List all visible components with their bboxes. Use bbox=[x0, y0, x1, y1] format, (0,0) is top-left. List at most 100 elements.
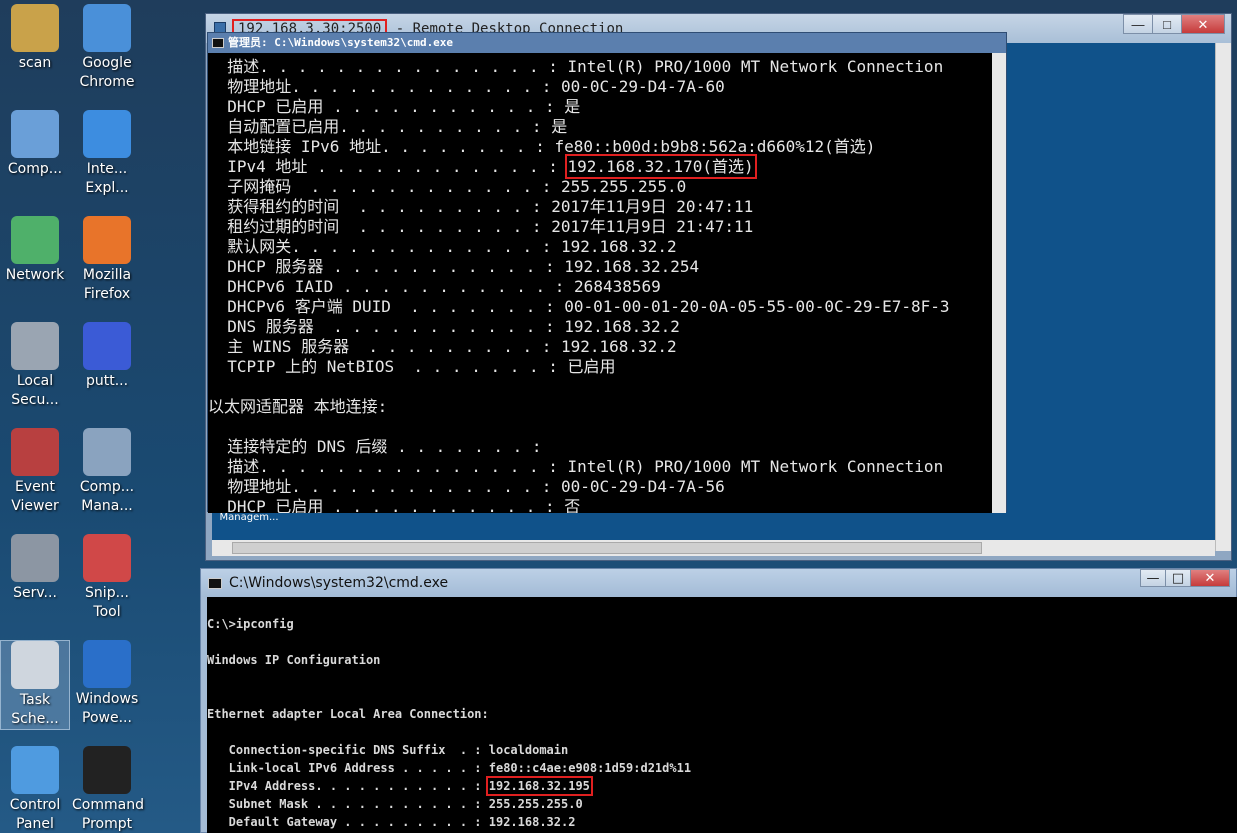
desktop-shortcut-label: Serv... bbox=[13, 585, 57, 601]
services-icon bbox=[11, 534, 59, 582]
chrome-icon bbox=[83, 4, 131, 52]
desktop-shortcut[interactable]: Comp... Mana... bbox=[72, 428, 142, 516]
local-cmd-title-bar[interactable]: C:\Windows\system32\cmd.exe — □ ✕ bbox=[201, 569, 1236, 597]
desktop-shortcut[interactable]: Comp... bbox=[0, 110, 70, 179]
desktop-shortcut-label: Task Sche... bbox=[11, 692, 59, 727]
rdp-horizontal-scrollbar[interactable] bbox=[212, 540, 1215, 556]
console-line: DNS 服务器 . . . . . . . . . . . : 192.168.… bbox=[208, 317, 680, 336]
desktop-shortcut-label: Inte... Expl... bbox=[85, 161, 129, 196]
scan-icon bbox=[11, 4, 59, 52]
local-cmd-title: C:\Windows\system32\cmd.exe bbox=[229, 575, 449, 591]
desktop-shortcut-label: Windows Powe... bbox=[75, 691, 139, 726]
maximize-button[interactable]: □ bbox=[1152, 14, 1182, 34]
console-line: Windows IP Configuration bbox=[207, 653, 381, 667]
desktop-shortcut-label: Google Chrome bbox=[79, 55, 135, 90]
console-line: 以太网适配器 本地连接: bbox=[208, 397, 388, 416]
desktop-shortcut[interactable]: putt... bbox=[72, 322, 142, 391]
console-line: DHCP 服务器 . . . . . . . . . . . : 192.168… bbox=[208, 257, 700, 276]
desktop-shortcut[interactable]: Control Panel bbox=[0, 746, 70, 833]
desktop-shortcut-label: Comp... Mana... bbox=[79, 479, 135, 514]
rdp-vertical-scrollbar[interactable] bbox=[1215, 43, 1231, 551]
powershell-icon bbox=[83, 640, 131, 688]
minimize-button[interactable]: — bbox=[1140, 569, 1166, 587]
desktop-shortcut[interactable]: Serv... bbox=[0, 534, 70, 603]
remote-cmd-title-bar[interactable]: 管理员: C:\Windows\system32\cmd.exe bbox=[208, 33, 1006, 53]
console-line: Subnet Mask . . . . . . . . . . . : 255.… bbox=[207, 797, 583, 811]
console-line: 自动配置已启用. . . . . . . . . . : 是 bbox=[208, 117, 568, 136]
highlighted-ip-address: 192.168.32.170(首选) bbox=[564, 154, 757, 179]
control-panel-icon bbox=[11, 746, 59, 794]
desktop-shortcut[interactable]: Inte... Expl... bbox=[72, 110, 142, 198]
network-icon bbox=[11, 216, 59, 264]
computer-icon bbox=[11, 110, 59, 158]
desktop-shortcut-label: Network bbox=[5, 267, 65, 283]
close-button[interactable]: ✕ bbox=[1181, 14, 1225, 34]
desktop-shortcut[interactable]: Windows Powe... bbox=[72, 640, 142, 728]
console-line: 连接特定的 DNS 后缀 . . . . . . . : bbox=[208, 437, 542, 456]
desktop-shortcut-label: Event Viewer bbox=[11, 479, 59, 514]
desktop-shortcut-label: Snip... Tool bbox=[85, 585, 129, 620]
remote-cmd-title: 管理员: C:\Windows\system32\cmd.exe bbox=[228, 36, 454, 49]
desktop-shortcut-label: Command Prompt bbox=[72, 797, 144, 832]
desktop-shortcut-label: Mozilla Firefox bbox=[82, 267, 132, 302]
desktop-shortcut[interactable]: scan bbox=[0, 4, 70, 73]
putty-icon bbox=[83, 322, 131, 370]
console-line: DHCPv6 IAID . . . . . . . . . . . : 2684… bbox=[208, 277, 661, 296]
console-line: 默认网关. . . . . . . . . . . . . : 192.168.… bbox=[208, 237, 677, 256]
maximize-button[interactable]: □ bbox=[1165, 569, 1191, 587]
remote-cmd-console[interactable]: 描述. . . . . . . . . . . . . . . : Intel(… bbox=[208, 53, 1002, 513]
local-security-icon bbox=[11, 322, 59, 370]
console-line: 物理地址. . . . . . . . . . . . . : 00-0C-29… bbox=[208, 477, 725, 496]
computer-management-icon bbox=[83, 428, 131, 476]
minimize-button[interactable]: — bbox=[1123, 14, 1153, 34]
console-line: Connection-specific DNS Suffix . : local… bbox=[207, 743, 569, 757]
desktop-shortcut[interactable]: Command Prompt bbox=[72, 746, 144, 833]
console-line: 租约过期的时间 . . . . . . . . . : 2017年11月9日 2… bbox=[208, 217, 754, 236]
desktop-shortcut[interactable]: Task Sche... bbox=[0, 640, 70, 730]
event-viewer-icon bbox=[11, 428, 59, 476]
desktop-shortcut[interactable]: Mozilla Firefox bbox=[72, 216, 142, 304]
desktop-shortcut-label: Control Panel bbox=[9, 797, 61, 832]
cmd-icon bbox=[208, 578, 222, 589]
task-scheduler-icon bbox=[11, 641, 59, 689]
cmd-icon bbox=[212, 38, 224, 48]
console-line: 主 WINS 服务器 . . . . . . . . . : 192.168.3… bbox=[208, 337, 677, 356]
console-line: 描述. . . . . . . . . . . . . . . : Intel(… bbox=[208, 457, 944, 476]
desktop-shortcut[interactable]: Event Viewer bbox=[0, 428, 70, 516]
console-line: DHCPv6 客户端 DUID . . . . . . . : 00-01-00… bbox=[208, 297, 950, 316]
console-line: 本地链接 IPv6 地址. . . . . . . . : fe80::b00d… bbox=[208, 137, 876, 156]
desktop-shortcut[interactable]: Snip... Tool bbox=[72, 534, 142, 622]
console-line: 子网掩码 . . . . . . . . . . . . : 255.255.2… bbox=[208, 177, 687, 196]
console-line: IPv4 地址 . . . . . . . . . . . . : 192.16… bbox=[208, 154, 757, 179]
internet-explorer-icon bbox=[83, 110, 131, 158]
command-prompt-icon bbox=[83, 746, 131, 794]
console-line: IPv4 Address. . . . . . . . . . . : 192.… bbox=[207, 776, 593, 796]
firefox-icon bbox=[83, 216, 131, 264]
console-line: 物理地址. . . . . . . . . . . . . : 00-0C-29… bbox=[208, 77, 725, 96]
desktop-shortcut-label: putt... bbox=[85, 373, 129, 389]
console-line: 获得租约的时间 . . . . . . . . . : 2017年11月9日 2… bbox=[208, 197, 754, 216]
desktop-shortcut-label: Comp... bbox=[7, 161, 63, 177]
console-line: Default Gateway . . . . . . . . . : 192.… bbox=[207, 815, 576, 829]
local-cmd-window[interactable]: C:\Windows\system32\cmd.exe — □ ✕ C:\>ip… bbox=[200, 568, 1237, 833]
desktop-shortcut[interactable]: Google Chrome bbox=[72, 4, 142, 92]
snipping-tool-icon bbox=[83, 534, 131, 582]
close-button[interactable]: ✕ bbox=[1190, 569, 1230, 587]
scrollbar-thumb[interactable] bbox=[232, 542, 982, 554]
console-line: TCPIP 上的 NetBIOS . . . . . . . : 已启用 bbox=[208, 357, 616, 376]
desktop-shortcut-label: scan bbox=[18, 55, 52, 71]
local-cmd-console[interactable]: C:\>ipconfig Windows IP Configuration Ethe… bbox=[207, 597, 1237, 833]
console-line: Link-local IPv6 Address . . . . . : fe80… bbox=[207, 761, 692, 775]
desktop-shortcut[interactable]: Network bbox=[0, 216, 70, 285]
remote-cmd-scrollbar[interactable] bbox=[992, 53, 1006, 513]
console-line: 描述. . . . . . . . . . . . . . . : Intel(… bbox=[208, 57, 944, 76]
desktop-shortcut[interactable]: Local Secu... bbox=[0, 322, 70, 410]
desktop-shortcut-label: Local Secu... bbox=[11, 373, 59, 408]
remote-cmd-window[interactable]: 管理员: C:\Windows\system32\cmd.exe 描述. . .… bbox=[207, 32, 1007, 513]
